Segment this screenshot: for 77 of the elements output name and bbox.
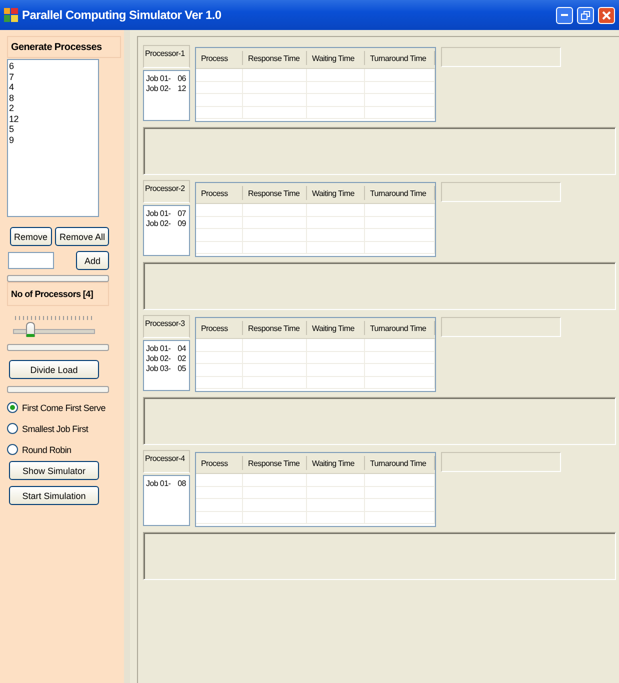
job-label: Job 02- (146, 219, 171, 229)
job-label: Job 01- (146, 74, 171, 84)
show-simulator-button[interactable]: Show Simulator (9, 461, 99, 480)
column-header[interactable]: Waiting Time (307, 321, 365, 335)
process-item[interactable]: 5 (9, 124, 97, 134)
processors-label: No of Processors [4] (7, 282, 109, 306)
restore-icon (581, 10, 590, 20)
process-item[interactable]: 4 (9, 82, 97, 92)
algorithm-radio[interactable]: Round Robin (7, 439, 119, 460)
process-item[interactable]: 7 (9, 72, 97, 82)
processor-label: Processor-2 (143, 180, 190, 203)
start-simulation-button[interactable]: Start Simulation (9, 486, 99, 505)
column-header[interactable]: Waiting Time (307, 186, 365, 200)
column-header[interactable]: Response Time (243, 321, 307, 335)
column-header[interactable]: Response Time (243, 456, 307, 470)
slider-thumb[interactable] (26, 322, 35, 337)
process-list[interactable]: 6 7 4 8 2 12 5 9 (7, 59, 99, 217)
section-header: Generate Processes (7, 36, 121, 58)
processor-label: Processor-1 (143, 45, 190, 68)
add-button[interactable]: Add (76, 251, 109, 270)
job-list[interactable]: Job 01- 07 Job 02- 09 (143, 205, 190, 256)
job-label: Job 02- (146, 354, 171, 364)
divide-load-button[interactable]: Divide Load (9, 360, 99, 379)
process-input[interactable] (8, 252, 54, 269)
processor-label: Processor-4 (143, 450, 190, 473)
job-size: 09 (178, 219, 186, 229)
column-header[interactable]: Turnaround Time (365, 186, 435, 200)
radio-icon[interactable] (7, 402, 18, 413)
process-item[interactable]: 2 (9, 103, 97, 114)
window-title: Parallel Computing Simulator Ver 1.0 (22, 8, 222, 22)
column-header[interactable]: Response Time (243, 51, 307, 65)
process-item[interactable]: 8 (9, 92, 97, 103)
job-label: Job 01- (146, 344, 171, 354)
job-size: 05 (178, 364, 186, 374)
process-item[interactable]: 9 (9, 134, 97, 145)
job-list[interactable]: Job 01- 08 (143, 475, 190, 526)
restore-button[interactable] (577, 6, 594, 24)
radio-label: Smallest Job First (22, 424, 88, 434)
app-icon (4, 8, 18, 22)
job-size: 06 (178, 74, 186, 84)
column-header[interactable]: Turnaround Time (365, 321, 435, 335)
process-item[interactable]: 12 (9, 114, 97, 124)
column-header[interactable]: Turnaround Time (365, 456, 435, 470)
job-list[interactable]: Job 01- 06 Job 02- 12 (143, 70, 190, 121)
column-header[interactable]: Process (196, 186, 243, 200)
algorithm-radio[interactable]: Smallest Job First (7, 418, 119, 439)
column-header[interactable]: Waiting Time (307, 456, 365, 470)
minimize-button[interactable] (556, 6, 573, 24)
column-header[interactable]: Turnaround Time (365, 51, 435, 65)
minimize-icon (561, 14, 568, 16)
column-header[interactable]: Process (196, 51, 243, 65)
job-list[interactable]: Job 01- 04 Job 02- 02 Job 03- 05 (143, 340, 190, 391)
column-header[interactable]: Process (196, 456, 243, 470)
column-header[interactable]: Process (196, 321, 243, 335)
processor-label: Processor-3 (143, 315, 190, 338)
job-label: Job 01- (146, 209, 171, 219)
job-size: 02 (178, 354, 186, 364)
radio-label: First Come First Serve (22, 402, 106, 412)
job-label: Job 01- (146, 479, 171, 489)
remove-button[interactable]: Remove (10, 227, 52, 246)
algorithm-radio[interactable]: First Come First Serve (7, 397, 119, 418)
process-item[interactable]: 6 (9, 61, 97, 72)
column-header[interactable]: Response Time (243, 186, 307, 200)
processor-slider[interactable] (13, 314, 95, 340)
radio-icon[interactable] (7, 444, 18, 455)
close-button[interactable] (598, 6, 615, 24)
job-size: 08 (178, 479, 186, 489)
column-header[interactable]: Waiting Time (307, 51, 365, 65)
job-label: Job 03- (146, 364, 171, 374)
radio-label: Round Robin (22, 444, 72, 454)
job-label: Job 02- (146, 84, 171, 94)
close-icon (602, 10, 611, 20)
job-size: 07 (178, 209, 186, 219)
remove-all-button[interactable]: Remove All (55, 227, 109, 246)
job-size: 04 (178, 344, 186, 354)
radio-icon[interactable] (7, 423, 18, 434)
job-size: 12 (178, 84, 186, 94)
